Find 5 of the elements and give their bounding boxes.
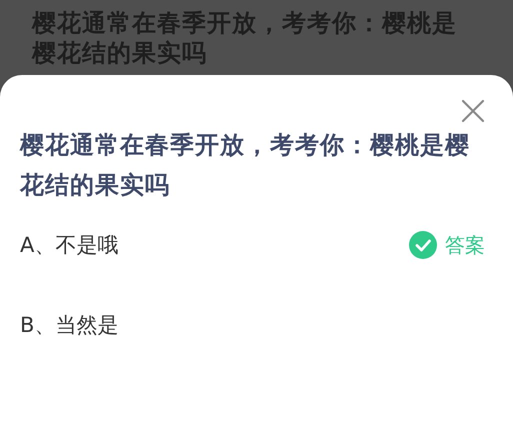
close-icon[interactable]: [461, 99, 485, 123]
answer-option[interactable]: B、当然是: [20, 311, 118, 339]
answer-label: 答案: [445, 232, 485, 258]
question-text: 樱花通常在春季开放，考考你：樱桃是樱花结的果实吗: [20, 130, 471, 201]
answer-option[interactable]: A、不是哦: [20, 231, 118, 259]
